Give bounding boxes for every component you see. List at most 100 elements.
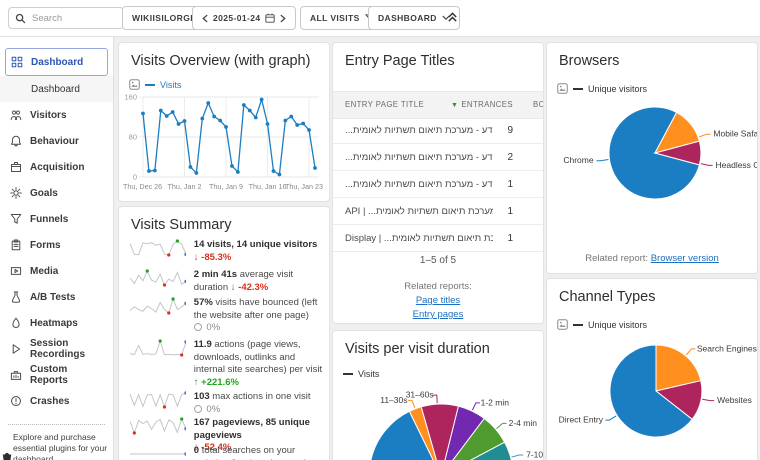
sparkline	[129, 417, 186, 437]
sidebar-item-label: A/B Tests	[30, 292, 75, 303]
grid-icon	[11, 56, 23, 68]
summary-row: 57% visits have bounced (left the websit…	[129, 297, 323, 335]
pie-label: Headless Chrome	[716, 160, 758, 170]
entry-page-title-cell[interactable]: ...כז הידע - מערכת תיאום תשתיות לאומית	[333, 179, 493, 190]
related-report-label: Related report:	[585, 253, 648, 264]
pie-label: Mobile Safari	[713, 129, 757, 139]
related-reports: Related reports: Page titles Entry pages	[333, 281, 543, 320]
evolution-good: ↑ +221.6%	[194, 377, 323, 390]
summary-metric-text: 57% visits have bounced (left the websit…	[194, 297, 323, 335]
sidebar-item-session-recordings[interactable]: Session Recordings	[0, 336, 113, 362]
sidebar-item-heatmaps[interactable]: Heatmaps	[0, 310, 113, 336]
svg-text:Thu, Jan 23: Thu, Jan 23	[285, 182, 323, 191]
entrances-cell: 1	[493, 233, 513, 244]
sidebar-item-goals[interactable]: Goals	[0, 180, 113, 206]
entry-page-titles-widget: Entry Page Titles ENTRY PAGE TITLE ▼ENTR…	[332, 42, 544, 324]
sidebar-item-label: Funnels	[30, 214, 68, 225]
visit-duration-widget: Visits per visit duration Visits 1-2 min…	[332, 330, 544, 460]
date-picker[interactable]: 2025-01-24	[192, 6, 296, 30]
table-row: ...כז הידע - מערכת תיאום תשתיות לאומית9	[333, 117, 543, 144]
sidebar-item-label: Visitors	[30, 110, 67, 121]
sidebar-item-forms[interactable]: Forms	[0, 232, 113, 258]
no-change-icon	[194, 323, 202, 331]
column-header-entry-page-title[interactable]: ENTRY PAGE TITLE	[345, 92, 424, 118]
box-icon	[10, 161, 22, 173]
pie-label: Direct Entry	[559, 415, 604, 425]
sort-desc-icon: ▼	[451, 102, 458, 109]
sidebar-items: DashboardDashboard Visitors BehaviourAcqui…	[0, 48, 113, 414]
table-body: ...כז הידע - מערכת תיאום תשתיות לאומית9.…	[333, 117, 543, 252]
table-row: ...כז הידע - מערכת תיאום תשתיות לאומית1	[333, 171, 543, 198]
collapse-header-button[interactable]	[444, 9, 460, 25]
entrances-cell: 1	[493, 179, 513, 190]
entry-page-title-cell[interactable]: ...כז הידע - מערכת תיאום תשתיות לאומית	[333, 152, 493, 163]
summary-row: 2 min 41s average visit duration ↓ -42.3…	[129, 269, 323, 294]
sidebar-item-label: Media	[30, 266, 58, 277]
summary-row: 103 max actions in one visit 0%	[129, 391, 323, 416]
sidebar-item-crashes[interactable]: Crashes	[0, 388, 113, 414]
related-link-entry-pages[interactable]: Entry pages	[333, 309, 543, 320]
chart-legend: Visits	[129, 79, 181, 90]
pie-label: 11–30s	[380, 395, 407, 405]
sidebar-promo-text: Explore and purchase essential plugins f…	[13, 432, 109, 460]
sidebar-item-visitors[interactable]: Visitors	[0, 102, 113, 128]
svg-text:Thu, Jan 9: Thu, Jan 9	[209, 182, 243, 191]
evolution-neutral: 0%	[194, 404, 220, 415]
svg-text:160: 160	[124, 93, 137, 102]
entrances-cell: 9	[493, 125, 513, 136]
sparkline	[129, 269, 186, 289]
entry-page-title-cell[interactable]: Display | ...מערכת תיאום תשתיות לאומית	[333, 233, 493, 244]
calendar-icon	[265, 13, 275, 23]
chevron-left-icon[interactable]	[202, 14, 208, 23]
chevron-right-icon[interactable]	[280, 14, 286, 23]
browsers-widget: Browsers Unique visitors ChromeMobile Sa…	[546, 42, 758, 274]
summary-metric-text: 0 total searches on your website, 0 uniq…	[194, 445, 323, 460]
sparkline	[129, 239, 186, 259]
summary-metric-text: 2 min 41s average visit duration ↓ -42.3…	[194, 269, 323, 294]
dashboard-selector-label: DASHBOARD	[378, 13, 437, 23]
summary-row: 14 visits, 14 unique visitors ↓ -85.3%	[129, 239, 323, 264]
sidebar-item-acquisition[interactable]: Acquisition	[0, 154, 113, 180]
evolution-bad: ↓ -85.3%	[194, 252, 232, 263]
channel-types-pie-chart: Search EnginesWebsitesDirect Entry	[547, 279, 757, 460]
evolution-neutral: 0%	[194, 322, 220, 333]
collapse-up-icon	[447, 11, 458, 23]
sidebar-item-dashboard[interactable]: Dashboard	[5, 48, 108, 76]
sidebar-item-custom-reports[interactable]: Custom Reports	[0, 362, 113, 388]
sidebar-item-funnels[interactable]: Funnels	[0, 206, 113, 232]
search-icon	[15, 13, 26, 24]
summary-row: 0 total searches on your website, 0 uniq…	[129, 445, 323, 460]
legend-label: Visits	[160, 80, 181, 90]
widget-title: Visits Summary	[131, 217, 231, 233]
play-icon	[10, 343, 22, 355]
sidebar-item-behaviour[interactable]: Behaviour	[0, 128, 113, 154]
widget-title: Visits Overview (with graph)	[131, 53, 310, 69]
marketplace-icon[interactable]	[2, 452, 12, 460]
sidebar-item-a-b-tests[interactable]: A/B Tests	[0, 284, 113, 310]
related-link-page-titles[interactable]: Page titles	[333, 295, 543, 306]
sparkline	[129, 391, 186, 411]
search-box[interactable]	[8, 7, 124, 29]
site-selector-label: WIKIISILORGIL	[132, 13, 199, 23]
search-input[interactable]	[30, 12, 104, 25]
entry-page-title-cell[interactable]: API | ...ע - מערכת תיאום תשתיות לאומית	[333, 206, 493, 217]
sidebar-item-dashboard-sub[interactable]: Dashboard	[0, 76, 113, 102]
export-image-icon[interactable]	[129, 79, 140, 90]
browsers-pie-chart: ChromeMobile SafariHeadless Chrome	[547, 43, 757, 273]
sidebar-item-media[interactable]: Media	[0, 258, 113, 284]
visit-duration-pie-chart: 1-2 min2-4 min4-7 min7-10 min10-15 min11…	[333, 331, 543, 460]
column-header-entrances[interactable]: ▼ENTRANCES	[451, 92, 513, 119]
bell-icon	[10, 135, 22, 147]
entry-page-title-cell[interactable]: ...כז הידע - מערכת תיאום תשתיות לאומית	[333, 125, 493, 136]
alert-icon	[10, 395, 22, 407]
table-row: API | ...ע - מערכת תיאום תשתיות לאומית1	[333, 198, 543, 225]
clipboard-icon	[10, 239, 22, 251]
pie-label: 31–60s	[406, 390, 434, 400]
table-header: ENTRY PAGE TITLE ▼ENTRANCES BO	[333, 91, 543, 119]
related-reports-label: Related reports:	[404, 281, 472, 292]
related-link-browser-version[interactable]: Browser version	[651, 253, 719, 264]
related-report: Related report: Browser version	[547, 253, 757, 264]
pie-label: Search Engines	[697, 343, 757, 353]
svg-text:80: 80	[129, 133, 137, 142]
droplet-icon	[10, 317, 22, 329]
